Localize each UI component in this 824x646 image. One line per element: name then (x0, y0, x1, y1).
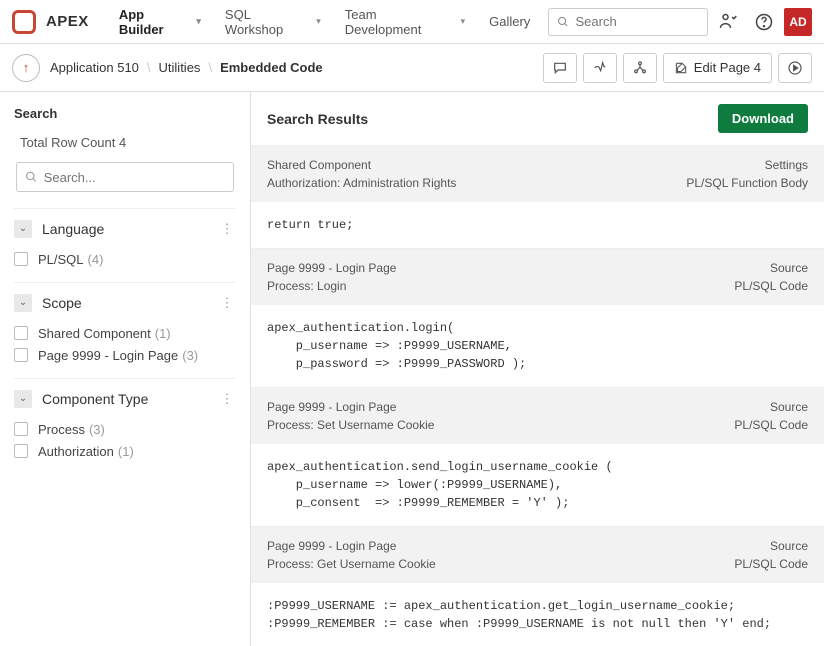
facet-item-shared-component[interactable]: Shared Component(1) (14, 322, 236, 344)
facet-item-plsql[interactable]: PL/SQL(4) (14, 248, 236, 270)
code-block: apex_authentication.login( p_username =>… (251, 305, 824, 387)
checkbox[interactable] (14, 422, 28, 436)
global-search-input[interactable] (576, 14, 700, 29)
result-card: Page 9999 - Login PageProcess: Set Usern… (251, 388, 824, 527)
collapse-icon: ⌄ (14, 294, 32, 312)
facet-search-input[interactable] (44, 170, 225, 185)
facet-item-authorization[interactable]: Authorization(1) (14, 440, 236, 462)
user-avatar[interactable]: AD (784, 8, 812, 36)
edit-icon (674, 61, 688, 75)
row-count: Total Row Count 4 (0, 131, 250, 162)
bugs-button[interactable] (583, 53, 617, 83)
admin-icon[interactable] (712, 6, 744, 38)
oracle-logo (12, 10, 36, 34)
breadcrumb-current: Embedded Code (220, 60, 323, 75)
facet-language-header[interactable]: ⌄ Language ⋮ (14, 208, 236, 248)
search-icon (25, 170, 38, 184)
collapse-icon: ⌄ (14, 390, 32, 408)
code-block: apex_authentication.send_login_username_… (251, 444, 824, 526)
edit-page-button[interactable]: Edit Page 4 (663, 53, 772, 83)
comments-button[interactable] (543, 53, 577, 83)
share-button[interactable] (623, 53, 657, 83)
results-panel: Search Results Download Shared Component… (251, 92, 824, 646)
facet-menu-icon[interactable]: ⋮ (218, 294, 236, 312)
facet-menu-icon[interactable]: ⋮ (218, 390, 236, 408)
result-card: Shared ComponentAuthorization: Administr… (251, 146, 824, 249)
breadcrumb-utilities[interactable]: Utilities (159, 60, 201, 75)
global-search[interactable] (548, 8, 708, 36)
facet-item-login-page[interactable]: Page 9999 - Login Page(3) (14, 344, 236, 366)
collapse-icon: ⌄ (14, 220, 32, 238)
download-button[interactable]: Download (718, 104, 808, 133)
topbar: APEX App Builder▾ SQL Workshop▾ Team Dev… (0, 0, 824, 44)
nav-gallery[interactable]: Gallery (479, 8, 540, 35)
search-icon (557, 15, 569, 29)
help-icon[interactable] (748, 6, 780, 38)
run-button[interactable] (778, 53, 812, 83)
chevron-down-icon: ▾ (461, 16, 466, 27)
facet-component-type-header[interactable]: ⌄ Component Type ⋮ (14, 378, 236, 418)
checkbox[interactable] (14, 326, 28, 340)
code-block: :P9999_USERNAME := apex_authentication.g… (251, 583, 824, 646)
facet-scope-header[interactable]: ⌄ Scope ⋮ (14, 282, 236, 322)
facet-item-process[interactable]: Process(3) (14, 418, 236, 440)
facet-menu-icon[interactable]: ⋮ (218, 220, 236, 238)
result-card: Page 9999 - Login PageProcess: Get Usern… (251, 527, 824, 646)
checkbox[interactable] (14, 444, 28, 458)
nav-sql-workshop[interactable]: SQL Workshop▾ (215, 1, 331, 43)
facet-search[interactable] (16, 162, 234, 192)
sidebar-title: Search (0, 106, 250, 131)
brand-text: APEX (46, 13, 89, 30)
checkbox[interactable] (14, 348, 28, 362)
subbar: ↑ Application 510 \ Utilities \ Embedded… (0, 44, 824, 92)
breadcrumb-app[interactable]: Application 510 (50, 60, 139, 75)
result-card: Page 9999 - Login PageProcess: Login Sou… (251, 249, 824, 388)
up-button[interactable]: ↑ (12, 54, 40, 82)
checkbox[interactable] (14, 252, 28, 266)
sidebar: Search Total Row Count 4 ⌄ Language ⋮ PL… (0, 92, 251, 646)
results-title: Search Results (267, 111, 368, 127)
code-block: return true; (251, 202, 824, 248)
chevron-down-icon: ▾ (196, 16, 201, 27)
chevron-down-icon: ▾ (316, 16, 321, 27)
nav-team-development[interactable]: Team Development▾ (335, 1, 475, 43)
nav-app-builder[interactable]: App Builder▾ (109, 1, 211, 43)
